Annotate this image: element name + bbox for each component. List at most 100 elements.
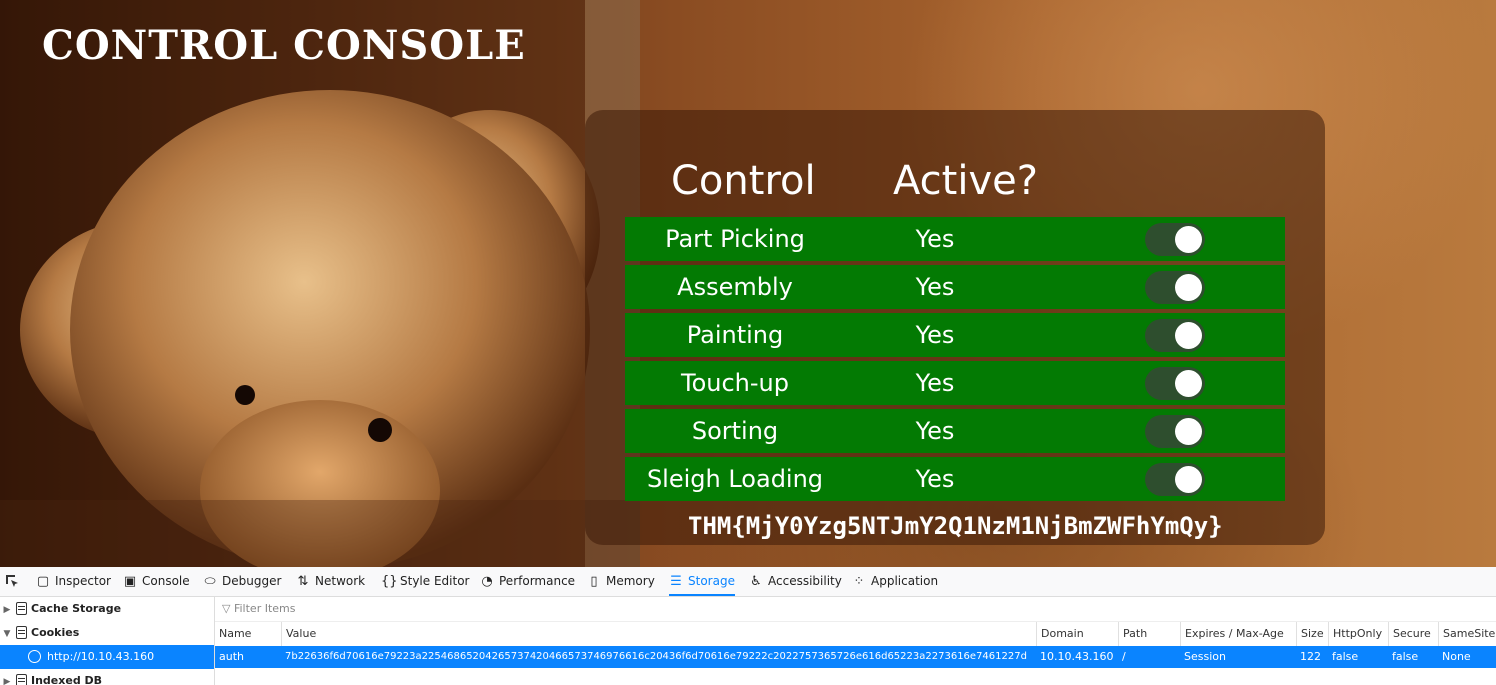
tab-memory[interactable]: ▯ Memory xyxy=(587,567,655,596)
cookie-value[interactable]: 7b22636f6d70616e79223a225468652042657374… xyxy=(281,646,1036,668)
column-header[interactable]: Secure xyxy=(1388,622,1438,646)
toggle-switch[interactable] xyxy=(1145,271,1205,304)
control-row: Sorting Yes xyxy=(625,409,1285,453)
toggle-switch[interactable] xyxy=(1145,463,1205,496)
tab-network[interactable]: ⇅ Network xyxy=(296,567,366,596)
tree-item-label: Indexed DB xyxy=(31,674,103,685)
devtools-panel: ▢ Inspector ▣ Console ⬭ Debugger ⇅ Network {… xyxy=(0,567,1496,685)
control-row: Touch-up Yes xyxy=(625,361,1285,405)
tree-item-label: http://10.10.43.160 xyxy=(47,650,155,663)
tree-item-cookie-host[interactable]: http://10.10.43.160 xyxy=(0,645,214,669)
tab-console[interactable]: ▣ Console xyxy=(123,567,190,596)
toggle-knob xyxy=(1175,274,1202,301)
active-status: Yes xyxy=(915,321,955,349)
globe-icon xyxy=(28,649,41,663)
tab-debugger[interactable]: ⬭ Debugger xyxy=(203,567,281,596)
tab-performance[interactable]: ◔ Performance xyxy=(480,567,575,596)
expand-arrow-icon: ▶ xyxy=(3,605,11,615)
tab-style-editor[interactable]: {} Style Editor xyxy=(381,567,469,596)
filter-placeholder: Filter Items xyxy=(233,602,296,615)
tab-accessibility[interactable]: ♿ Accessibility xyxy=(749,567,842,596)
control-label: Sleigh Loading xyxy=(646,465,824,493)
tree-item-label: Cache Storage xyxy=(31,602,122,615)
control-label: Touch-up xyxy=(681,369,789,397)
column-header[interactable]: HttpOnly xyxy=(1328,622,1388,646)
network-icon: ⇅ xyxy=(297,574,309,589)
control-row: Assembly Yes xyxy=(625,265,1285,309)
cookie-size[interactable]: 122 xyxy=(1296,646,1328,668)
tree-item-cache-storage[interactable]: ▶ Cache Storage xyxy=(0,597,214,621)
tree-item-label: Cookies xyxy=(31,626,80,639)
toggle-knob xyxy=(1175,418,1202,445)
application-icon: ⁘ xyxy=(853,574,865,589)
table-header-row: Name Value Domain Path Expires / Max-Age… xyxy=(215,621,1496,647)
cookie-secure[interactable]: false xyxy=(1388,646,1438,668)
tab-label: Style Editor xyxy=(400,574,470,588)
tab-label: Inspector xyxy=(55,574,111,588)
tab-label: Network xyxy=(315,574,366,588)
cookie-path[interactable]: / xyxy=(1118,646,1180,668)
debugger-icon: ⬭ xyxy=(204,574,216,589)
column-header[interactable]: Domain xyxy=(1036,622,1118,646)
database-icon xyxy=(16,601,27,615)
column-header-control: Control xyxy=(671,158,816,204)
active-status: Yes xyxy=(915,417,955,445)
toggle-knob xyxy=(1175,322,1202,349)
tree-item-indexed-db[interactable]: ▶ Indexed DB xyxy=(0,669,214,685)
column-header[interactable]: Path xyxy=(1118,622,1180,646)
tab-inspector[interactable]: ▢ Inspector xyxy=(36,567,111,596)
column-header[interactable]: Size xyxy=(1296,622,1328,646)
tab-label: Application xyxy=(871,574,939,588)
toggle-knob xyxy=(1175,370,1202,397)
collapse-arrow-icon: ▼ xyxy=(3,629,11,639)
cookie-expires[interactable]: Session xyxy=(1180,646,1296,668)
active-status: Yes xyxy=(915,273,955,301)
teddy-bear-image xyxy=(0,0,640,567)
tab-storage[interactable]: ☰ Storage xyxy=(669,567,735,596)
cookie-table: Name Value Domain Path Expires / Max-Age… xyxy=(215,621,1496,685)
flag-text: THM{MjY0Yzg5NTJmY2Q1NzM1NjBmZWFhYmQy} xyxy=(688,512,1223,540)
cookie-domain[interactable]: 10.10.43.160 xyxy=(1036,646,1118,668)
cookie-name[interactable]: auth xyxy=(215,646,281,668)
column-header[interactable]: Expires / Max-Age xyxy=(1180,622,1296,646)
toggle-switch[interactable] xyxy=(1145,367,1205,400)
control-label: Painting xyxy=(686,321,784,349)
database-icon xyxy=(16,625,27,639)
memory-icon: ▯ xyxy=(590,574,598,589)
column-header[interactable]: Value xyxy=(281,622,1036,646)
toggle-switch[interactable] xyxy=(1145,223,1205,256)
toggle-knob xyxy=(1175,226,1202,253)
column-header-active: Active? xyxy=(893,158,1038,204)
control-row: Sleigh Loading Yes xyxy=(625,457,1285,501)
element-picker-icon[interactable] xyxy=(4,573,20,589)
table-row[interactable]: auth 7b22636f6d70616e79223a2254686520426… xyxy=(215,646,1496,668)
page-title: CONTROL CONSOLE xyxy=(42,22,526,69)
filter-items-input[interactable]: ▽ Filter Items xyxy=(222,597,1492,621)
database-icon xyxy=(16,673,27,685)
tree-item-cookies[interactable]: ▼ Cookies xyxy=(0,621,214,645)
active-status: Yes xyxy=(915,465,955,493)
console-icon: ▣ xyxy=(123,574,137,589)
toggle-switch[interactable] xyxy=(1145,319,1205,352)
web-page: CONTROL CONSOLE Control Active? Part Pic… xyxy=(0,0,1496,567)
tab-label: Debugger xyxy=(222,574,282,588)
cookie-httponly[interactable]: false xyxy=(1328,646,1388,668)
tab-label: Storage xyxy=(688,574,735,588)
tab-application[interactable]: ⁘ Application xyxy=(852,567,939,596)
tab-label: Accessibility xyxy=(768,574,842,588)
performance-icon: ◔ xyxy=(481,574,493,589)
toggle-switch[interactable] xyxy=(1145,415,1205,448)
toggle-knob xyxy=(1175,466,1202,493)
column-header[interactable]: SameSite xyxy=(1438,622,1496,646)
accessibility-icon: ♿ xyxy=(750,574,762,589)
column-header[interactable]: Name xyxy=(215,622,281,646)
storage-sidebar: ▶ Cache Storage ▼ Cookies http://10.10.43.… xyxy=(0,597,215,685)
tab-label: Console xyxy=(142,574,190,588)
control-label: Assembly xyxy=(677,273,793,301)
cookie-samesite[interactable]: None xyxy=(1438,646,1496,668)
inspector-icon: ▢ xyxy=(36,574,50,589)
tab-label: Performance xyxy=(499,574,576,588)
active-status: Yes xyxy=(915,369,955,397)
tab-label: Memory xyxy=(606,574,655,588)
devtools-toolbar: ▢ Inspector ▣ Console ⬭ Debugger ⇅ Network {… xyxy=(0,567,1496,597)
